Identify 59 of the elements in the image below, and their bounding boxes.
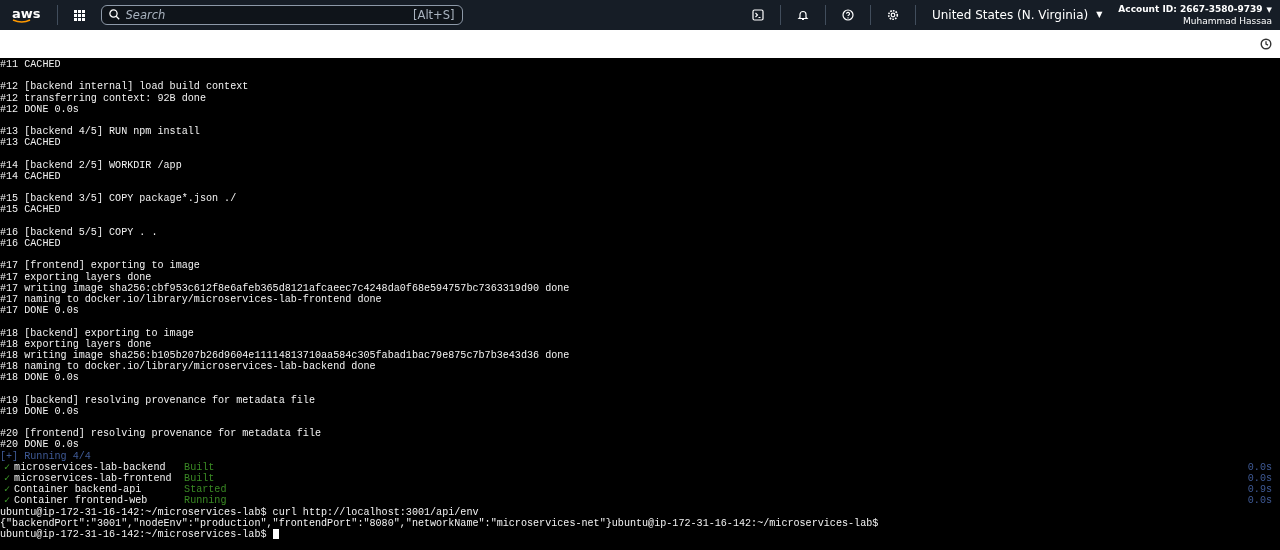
region-selector[interactable]: United States (N. Virginia) — [931, 6, 1089, 24]
terminal-line: #15 [backend 3/5] COPY package*.json ./ — [0, 193, 237, 205]
duration: 0.0s — [1247, 461, 1273, 473]
terminal-line: {"backendPort":"3001","nodeEnv":"production","frontendPort":"8080","networkName":"microservices-net"}ubuntu@ip-172-31-16-142:~/microservices-lab$ — [0, 517, 879, 529]
status-text: Built — [184, 461, 215, 473]
terminal-line: #15 CACHED — [0, 204, 61, 216]
logo[interactable]: aws — [12, 6, 41, 24]
terminal-line: #16 [backend 5/5] COPY . . — [0, 226, 158, 238]
check-mark: ✓ — [4, 461, 11, 473]
terminal-line: #13 [backend 4/5] RUN npm install — [0, 126, 200, 138]
terminal-line: microservices-lab-backend — [14, 461, 167, 473]
check-mark: ✓ — [4, 484, 11, 496]
terminal-line: microservices-lab-frontend — [14, 472, 173, 484]
terminal-line: #20 [frontend] resolving provenance for metadata file — [0, 428, 322, 440]
terminal-line: #17 [frontend] exporting to image — [0, 260, 200, 272]
terminal-line: Container frontend-web — [14, 495, 149, 507]
terminal-line: #18 naming to docker.io/library/microservices-lab-backend done — [0, 361, 376, 373]
terminal-line: Container backend-api — [14, 484, 142, 496]
status-text: Built — [184, 472, 215, 484]
terminal-line: #18 exporting layers done — [0, 338, 152, 350]
terminal-line: #19 [backend] resolving provenance for metadata file — [0, 394, 315, 406]
terminal-line: [+] Running 4/4 — [0, 450, 91, 462]
status-text: Running — [184, 495, 227, 507]
terminal-line: #20 DONE 0.0s — [0, 439, 79, 451]
terminal-line: #17 exporting layers done — [0, 271, 152, 283]
terminal-line: #17 writing image sha256:cbf953c612f8e6afeb365d8121afcaeec7c4248da0f68e594757bc7363319d90 done — [0, 282, 570, 294]
bell-icon[interactable] — [796, 9, 809, 21]
terminal-line: #17 naming to docker.io/library/microservices-lab-frontend done — [0, 293, 382, 306]
terminal-line: #18 writing image sha256:b105b207b26d9604e11114813710aa584c305fabad1bac79e875c7b7b3e43d36 done — [0, 349, 570, 361]
terminal-line: #12 DONE 0.0s — [0, 103, 79, 115]
terminal-line: #18 DONE 0.0s — [0, 372, 79, 384]
duration: 0.0s — [1247, 495, 1273, 507]
help-icon[interactable] — [841, 9, 854, 21]
duration: 0.9s — [1247, 484, 1273, 496]
shortcut-hint: [Alt+S] — [413, 7, 455, 24]
terminal-line: #13 CACHED — [0, 137, 61, 149]
terminal-line: #18 [backend] exporting to image — [0, 327, 194, 339]
apps-grid-icon[interactable] — [73, 9, 85, 21]
status-icon[interactable] — [1260, 38, 1272, 50]
terminal-line: #17 DONE 0.0s — [0, 305, 79, 317]
terminal-line: #12 transferring context: 92B done — [0, 92, 206, 104]
search-icon — [108, 9, 120, 20]
terminal-line: #14 [backend 2/5] WORKDIR /app — [0, 159, 182, 171]
terminal-line: #12 [backend internal] load build context — [0, 81, 249, 93]
check-mark: ✓ — [4, 472, 11, 485]
settings-icon[interactable] — [886, 9, 899, 21]
terminal-line: #19 DONE 0.0s — [0, 405, 79, 417]
status-text: Started — [184, 484, 227, 496]
terminal-line: #14 CACHED — [0, 170, 61, 183]
terminal-line: ubuntu@ip-172-31-16-142:~/microservices-lab$ curl http://localhost:3001/api/env — [0, 506, 479, 518]
caret-icon: ▼ — [1096, 9, 1103, 21]
terminal-icon[interactable] — [751, 9, 764, 21]
terminal-line: ubuntu@ip-172-31-16-142:~/microservices-lab$ — [0, 528, 267, 541]
terminal-line: #16 CACHED — [0, 238, 61, 250]
duration: 0.0s — [1247, 472, 1273, 485]
terminal-line: #11 CACHED — [0, 59, 61, 71]
account-id[interactable]: Account ID: 2667-3580-9739 — [1118, 3, 1263, 14]
user-name[interactable]: Muhammad Hassaa — [1183, 15, 1272, 26]
check-mark: ✓ — [4, 495, 11, 507]
